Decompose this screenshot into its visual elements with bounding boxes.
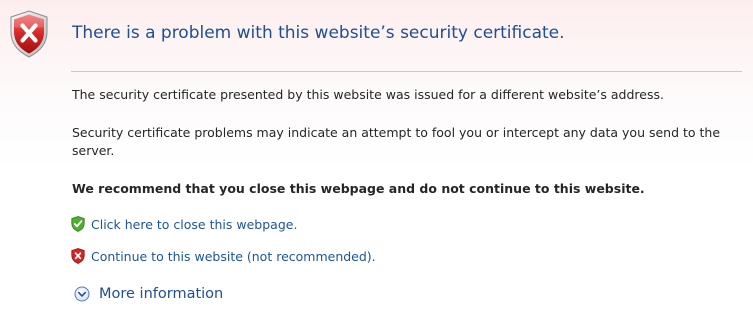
more-information-label[interactable]: More information [99, 286, 223, 302]
continue-to-website-label[interactable]: Continue to this website (not recommende… [91, 249, 376, 264]
security-warning-text: Security certificate problems may indica… [72, 125, 721, 158]
page-title: There is a problem with this website’s s… [72, 23, 565, 43]
error-shield-icon [10, 10, 48, 58]
close-webpage-link[interactable]: Click here to close this webpage. [71, 215, 297, 233]
more-information-toggle[interactable]: More information [74, 284, 223, 304]
continue-to-website-link[interactable]: Continue to this website (not recommende… [71, 247, 376, 265]
recommendation-text: We recommend that you close this webpage… [72, 181, 645, 196]
green-check-shield-icon [71, 216, 85, 232]
certificate-mismatch-text: The security certificate presented by th… [72, 87, 664, 102]
expand-down-circle-icon[interactable] [74, 286, 90, 302]
title-divider [71, 71, 742, 72]
red-x-shield-icon [71, 248, 85, 264]
close-webpage-label[interactable]: Click here to close this webpage. [91, 217, 297, 232]
